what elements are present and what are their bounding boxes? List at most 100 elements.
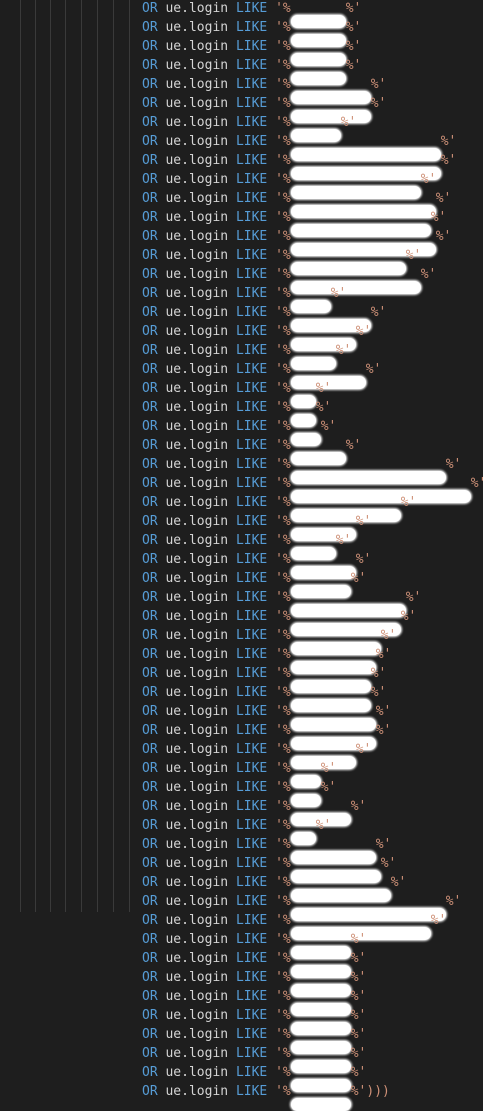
string-open: '%: [275, 134, 291, 149]
field-identifier: ue.login: [165, 685, 229, 700]
code-line[interactable]: OR ue.login LIKE '% %': [142, 759, 336, 788]
or-keyword: OR: [142, 799, 158, 814]
field-identifier: ue.login: [165, 305, 229, 320]
code-line[interactable]: OR ue.login LIKE '% %': [142, 740, 371, 769]
code-line[interactable]: OR ue.login LIKE '% %': [142, 303, 386, 332]
code-line[interactable]: OR ue.login LIKE '% %': [142, 588, 421, 617]
code-line[interactable]: OR ue.login LIKE '% %': [142, 417, 336, 446]
code-line[interactable]: OR ue.login LIKE '% %': [142, 626, 396, 655]
or-keyword: OR: [142, 172, 158, 187]
code-line[interactable]: OR ue.login LIKE '% %': [142, 189, 451, 218]
or-keyword: OR: [142, 267, 158, 282]
code-line[interactable]: OR ue.login LIKE '% %': [142, 797, 366, 826]
code-line[interactable]: OR ue.login LIKE '% %': [142, 208, 446, 237]
code-line[interactable]: OR ue.login LIKE '% %': [142, 493, 416, 522]
code-line[interactable]: OR ue.login LIKE '% %': [142, 1006, 366, 1035]
field-identifier: ue.login: [165, 533, 229, 548]
code-line[interactable]: OR ue.login LIKE '% %': [142, 911, 446, 940]
code-line[interactable]: OR ue.login LIKE '% %': [142, 816, 331, 845]
like-keyword: LIKE: [235, 609, 268, 624]
code-line[interactable]: OR ue.login LIKE '% %': [142, 56, 362, 85]
code-line[interactable]: OR ue.login LIKE '% %': [142, 436, 361, 465]
string-close: %': [335, 343, 352, 358]
code-line[interactable]: OR ue.login LIKE '% %': [142, 968, 366, 997]
code-line[interactable]: OR ue.login LIKE '% %': [142, 284, 346, 313]
code-line[interactable]: OR ue.login LIKE '% %': [142, 474, 483, 503]
string-open: '%: [275, 856, 291, 871]
or-keyword: OR: [142, 837, 158, 852]
or-keyword: OR: [142, 495, 158, 510]
code-line[interactable]: OR ue.login LIKE '% %': [142, 550, 371, 579]
like-keyword: LIKE: [235, 362, 268, 377]
code-line[interactable]: OR ue.login LIKE '% %': [142, 322, 372, 351]
code-line[interactable]: OR ue.login LIKE '% %': [142, 246, 421, 275]
string-close: %': [355, 324, 372, 339]
code-line[interactable]: OR ue.login LIKE '% %': [142, 132, 456, 161]
string-open: '%: [275, 1084, 291, 1099]
string-open: '%: [275, 96, 291, 111]
code-line[interactable]: OR ue.login LIKE '% %': [142, 1044, 366, 1073]
code-line[interactable]: OR ue.login LIKE '% %': [142, 113, 356, 142]
string-open: '%: [275, 533, 291, 548]
string-close: %': [375, 704, 392, 719]
code-line[interactable]: OR ue.login LIKE '% %': [142, 569, 366, 598]
code-line[interactable]: OR ue.login LIKE '% %': [142, 0, 361, 28]
code-line[interactable]: OR ue.login LIKE '% %': [142, 94, 386, 123]
code-line[interactable]: OR ue.login LIKE '% %': [142, 987, 366, 1016]
code-line[interactable]: OR ue.login LIKE '% %': [142, 721, 391, 750]
code-line[interactable]: OR ue.login LIKE '% %': [142, 607, 416, 636]
code-line[interactable]: OR ue.login LIKE '% %': [142, 75, 386, 104]
string-open: '%: [275, 1046, 291, 1061]
field-identifier: ue.login: [165, 780, 229, 795]
code-line[interactable]: OR ue.login LIKE '% %': [142, 341, 352, 370]
code-line[interactable]: OR ue.login LIKE '% %': [142, 360, 381, 389]
code-line[interactable]: OR ue.login LIKE '% %': [142, 683, 386, 712]
code-line[interactable]: OR ue.login LIKE '% %': [142, 455, 461, 484]
code-line[interactable]: OR ue.login LIKE '% %': [142, 664, 386, 693]
like-keyword: LIKE: [235, 324, 268, 339]
code-line[interactable]: OR ue.login LIKE '% %': [142, 227, 451, 256]
code-line[interactable]: OR ue.login LIKE '% %': [142, 170, 436, 199]
code-line[interactable]: OR ue.login LIKE '% %': [142, 873, 406, 902]
code-line[interactable]: OR ue.login LIKE '% %': [142, 1063, 366, 1092]
code-line[interactable]: OR ue.login LIKE '% %': [142, 265, 436, 294]
string-close: %': [345, 58, 362, 73]
code-line[interactable]: OR ue.login LIKE '% %': [142, 18, 361, 47]
code-line[interactable]: OR ue.login LIKE '% %': [142, 949, 366, 978]
or-keyword: OR: [142, 134, 158, 149]
string-open: '%: [275, 913, 291, 928]
code-line[interactable]: OR ue.login LIKE '% %': [142, 645, 391, 674]
or-keyword: OR: [142, 248, 158, 263]
code-line[interactable]: OR ue.login LIKE '% %'))): [142, 1082, 390, 1111]
code-line[interactable]: OR ue.login LIKE '% %': [142, 778, 336, 807]
code-line[interactable]: OR ue.login LIKE '% %': [142, 531, 351, 560]
indent-guide: [20, 0, 21, 912]
like-keyword: LIKE: [235, 20, 268, 35]
code-line[interactable]: OR ue.login LIKE '% %': [142, 892, 461, 921]
code-line[interactable]: OR ue.login LIKE '% %': [142, 379, 331, 408]
field-identifier: ue.login: [165, 647, 229, 662]
field-identifier: ue.login: [165, 153, 229, 168]
field-identifier: ue.login: [165, 856, 229, 871]
code-line[interactable]: OR ue.login LIKE '% %': [142, 930, 366, 959]
code-line[interactable]: OR ue.login LIKE '% %': [142, 702, 392, 731]
like-keyword: LIKE: [235, 476, 268, 491]
code-line[interactable]: OR ue.login LIKE '% %': [142, 512, 371, 541]
code-line[interactable]: OR ue.login LIKE '% %': [142, 1025, 366, 1054]
or-keyword: OR: [142, 704, 158, 719]
like-keyword: LIKE: [235, 704, 268, 719]
code-editor[interactable]: OR ue.login LIKE '% %' OR ue.login LIKE '%…: [0, 0, 483, 1111]
field-identifier: ue.login: [165, 799, 229, 814]
string-open: '%: [275, 761, 291, 776]
or-keyword: OR: [142, 153, 158, 168]
code-line[interactable]: OR ue.login LIKE '% %': [142, 37, 361, 66]
code-line[interactable]: OR ue.login LIKE '% %': [142, 398, 331, 427]
or-keyword: OR: [142, 191, 158, 206]
like-keyword: LIKE: [235, 172, 268, 187]
code-line[interactable]: OR ue.login LIKE '% %': [142, 835, 391, 864]
code-line[interactable]: OR ue.login LIKE '% %': [142, 854, 396, 883]
field-identifier: ue.login: [165, 970, 229, 985]
code-line[interactable]: OR ue.login LIKE '% %': [142, 151, 457, 180]
string-close: %': [440, 153, 457, 168]
or-keyword: OR: [142, 875, 158, 890]
